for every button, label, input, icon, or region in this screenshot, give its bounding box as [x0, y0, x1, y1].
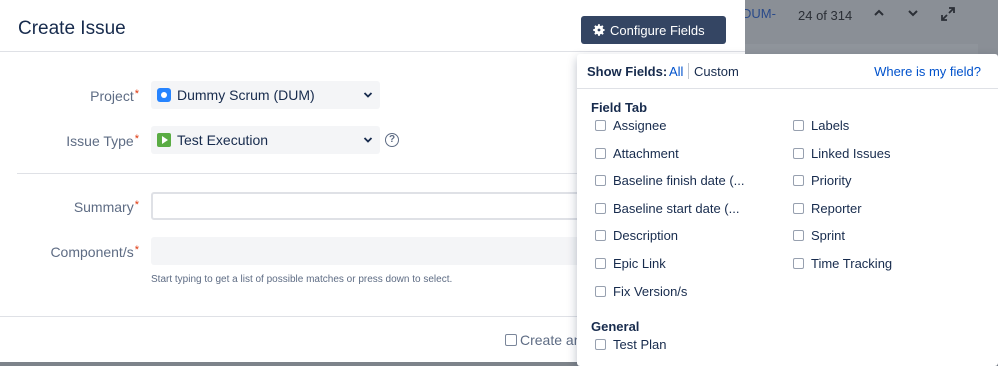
project-avatar-icon	[157, 88, 171, 102]
chevron-down-icon	[363, 92, 373, 98]
summary-label: Summary*	[73, 199, 139, 215]
show-custom-link[interactable]: Custom	[694, 64, 739, 79]
field-checkbox[interactable]	[595, 285, 606, 297]
field-option[interactable]: Baseline finish date (...	[595, 173, 745, 188]
field-checkbox[interactable]	[595, 230, 606, 242]
field-checkbox[interactable]	[595, 175, 606, 187]
gear-icon	[593, 24, 605, 36]
create-another-option[interactable]: Create an	[505, 332, 581, 348]
field-option[interactable]: Time Tracking	[793, 256, 892, 271]
field-checkbox[interactable]	[595, 339, 606, 351]
field-label: Priority	[811, 173, 852, 189]
field-group-title: General	[591, 319, 640, 335]
where-is-my-field-link[interactable]: Where is my field?	[874, 64, 981, 79]
field-label: Fix Version/s	[613, 283, 688, 299]
project-label: Project*	[90, 88, 139, 104]
dialog-header: Create Issue Configure Fields	[0, 0, 745, 52]
configure-fields-button[interactable]: Configure Fields	[581, 16, 726, 44]
field-checkbox[interactable]	[595, 120, 606, 131]
create-another-checkbox[interactable]	[505, 334, 517, 346]
field-checkbox[interactable]	[595, 258, 606, 269]
field-label: Baseline start date (...	[613, 200, 740, 216]
dialog-title: Create Issue	[18, 18, 126, 39]
field-label: Baseline finish date (...	[613, 173, 745, 189]
project-value: Dummy Scrum (DUM)	[177, 87, 315, 103]
configure-fields-panel: Show Fields: All Custom Where is my fiel…	[577, 54, 998, 366]
chevron-down-icon[interactable]	[905, 7, 921, 23]
field-label: Assignee	[613, 118, 667, 133]
field-label: Linked Issues	[811, 145, 891, 161]
issue-type-label: Issue Type*	[66, 133, 139, 149]
field-option[interactable]: Labels	[793, 118, 849, 133]
issue-type-value: Test Execution	[177, 132, 269, 148]
issue-position-counter: 24 of 314	[798, 8, 853, 23]
field-group-title: Field Tab	[591, 100, 648, 115]
field-option[interactable]: Sprint	[793, 228, 845, 243]
field-checkbox[interactable]	[793, 230, 804, 242]
components-hint: Start typing to get a list of possible m…	[151, 274, 453, 285]
project-select[interactable]: Dummy Scrum (DUM)	[151, 81, 380, 109]
expand-icon[interactable]	[940, 7, 956, 23]
field-checkbox[interactable]	[595, 202, 606, 214]
issue-type-select[interactable]: Test Execution	[151, 126, 380, 154]
field-option[interactable]: Linked Issues	[793, 146, 891, 161]
field-option[interactable]: Fix Version/s	[595, 284, 687, 299]
form-divider	[17, 173, 580, 174]
chevron-down-icon	[363, 137, 373, 143]
chevron-up-icon[interactable]	[871, 7, 887, 23]
summary-input[interactable]	[151, 192, 581, 220]
field-option[interactable]: Attachment	[595, 146, 679, 161]
field-option[interactable]: Test Plan	[595, 337, 666, 352]
field-checkbox[interactable]	[595, 147, 606, 159]
field-label: Time Tracking	[811, 256, 893, 271]
show-all-link[interactable]: All	[669, 64, 683, 79]
show-fields-label: Show Fields:	[587, 64, 668, 79]
field-option[interactable]: Description	[595, 228, 678, 243]
field-checkbox[interactable]	[793, 120, 804, 131]
field-checkbox[interactable]	[793, 258, 804, 269]
components-input[interactable]	[151, 237, 581, 265]
show-fields-separator	[688, 63, 689, 79]
field-label: Labels	[811, 118, 850, 133]
field-checkbox[interactable]	[793, 175, 804, 187]
field-option[interactable]: Baseline start date (...	[595, 201, 739, 216]
field-checkbox[interactable]	[793, 147, 804, 159]
components-label: Component/s*	[50, 244, 139, 260]
field-option[interactable]: Priority	[793, 173, 851, 188]
field-label: Attachment	[613, 145, 679, 161]
create-another-label: Create an	[520, 332, 582, 348]
field-option[interactable]: Reporter	[793, 201, 862, 216]
field-label: Epic Link	[613, 256, 666, 271]
background-issue-key[interactable]: DUM-	[742, 6, 776, 21]
field-label: Sprint	[811, 228, 845, 244]
test-execution-icon	[157, 133, 171, 147]
show-fields-bar: Show Fields: All Custom Where is my fiel…	[577, 54, 998, 89]
field-checkbox[interactable]	[793, 202, 804, 214]
help-icon[interactable]: ?	[385, 133, 399, 147]
field-label: Description	[613, 228, 679, 244]
field-option[interactable]: Epic Link	[595, 256, 666, 271]
field-label: Reporter	[811, 200, 862, 216]
configure-fields-label: Configure Fields	[610, 22, 705, 38]
field-label: Test Plan	[613, 337, 667, 353]
field-option[interactable]: Assignee	[595, 118, 666, 133]
